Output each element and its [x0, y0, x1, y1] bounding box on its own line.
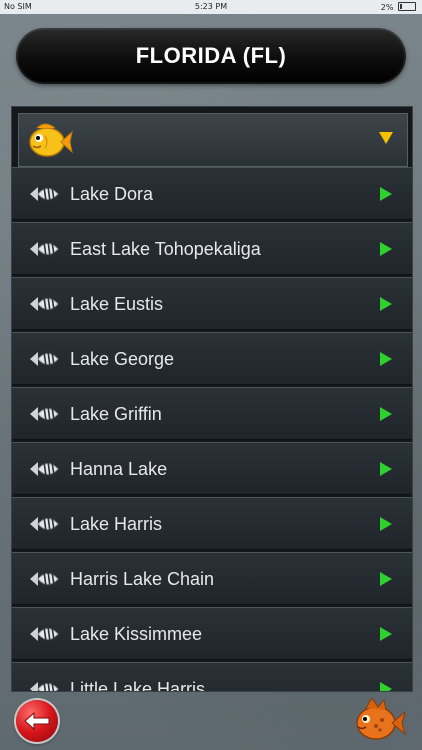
list-item[interactable]: Lake George	[12, 332, 412, 385]
list-item[interactable]: Lake Eustis	[12, 277, 412, 330]
list-item[interactable]: East Lake Tohopekaliga	[12, 222, 412, 275]
lake-name: Lake Dora	[70, 184, 154, 204]
fishing-lure-icon	[30, 460, 59, 478]
lake-rows: Lake Dora East Lake Tohopekaliga Lake Eu…	[12, 167, 412, 692]
filter-dropdown[interactable]	[18, 113, 408, 167]
fishing-lure-icon	[30, 240, 59, 258]
play-arrow-icon	[380, 187, 392, 201]
lake-name: Hanna Lake	[70, 459, 168, 479]
battery-icon	[398, 2, 416, 11]
fishing-lure-icon	[30, 515, 59, 533]
list-item[interactable]: Hanna Lake	[12, 442, 412, 495]
list-item[interactable]: Lake Dora	[12, 167, 412, 220]
list-item[interactable]: Harris Lake Chain	[12, 552, 412, 605]
lake-name: Lake Kissimmee	[70, 624, 203, 644]
play-arrow-icon	[380, 517, 392, 531]
fishing-lure-icon	[30, 570, 59, 588]
lake-name: Lake Griffin	[70, 404, 162, 424]
back-button[interactable]	[16, 700, 58, 742]
triangle-down-icon[interactable]	[379, 132, 393, 144]
fishing-lure-icon	[30, 295, 59, 313]
play-arrow-icon	[380, 572, 392, 586]
yellow-fish-icon	[29, 123, 73, 157]
list-item[interactable]: Lake Griffin	[12, 387, 412, 440]
fishing-lure-icon	[30, 680, 59, 691]
battery-status: 2%	[381, 2, 416, 12]
lake-name: East Lake Tohopekaliga	[70, 239, 261, 259]
status-time: 5:23 PM	[194, 2, 228, 11]
play-arrow-icon	[380, 352, 392, 366]
orange-fish-icon	[356, 697, 406, 740]
lake-name: Lake Harris	[70, 514, 163, 534]
fishing-lure-icon	[30, 625, 59, 643]
play-arrow-icon	[380, 462, 392, 476]
lake-name: Lake Eustis	[70, 294, 164, 314]
play-arrow-icon	[380, 297, 392, 311]
list-item[interactable]: Little Lake Harris	[12, 662, 412, 692]
play-arrow-icon	[380, 682, 392, 691]
lake-name: Little Lake Harris	[70, 679, 206, 692]
list-item[interactable]: Lake Kissimmee	[12, 607, 412, 660]
fishing-lure-icon	[30, 350, 59, 368]
lake-name: Harris Lake Chain	[70, 569, 215, 589]
battery-percent: 2%	[380, 3, 394, 12]
title-bar: FLORIDA (FL)	[16, 28, 406, 84]
back-arrow-icon	[24, 711, 50, 731]
fishing-lure-icon	[30, 185, 59, 203]
play-arrow-icon	[380, 627, 392, 641]
play-arrow-icon	[380, 407, 392, 421]
fishing-lure-icon	[30, 405, 59, 423]
play-arrow-icon	[380, 242, 392, 256]
lake-list-panel: Lake Dora East Lake Tohopekaliga Lake Eu…	[11, 106, 413, 692]
list-item[interactable]: Lake Harris	[12, 497, 412, 550]
status-bar: No SIM 5:23 PM 2%	[0, 0, 422, 14]
lake-name: Lake George	[70, 349, 175, 369]
page-title: FLORIDA (FL)	[135, 43, 287, 68]
